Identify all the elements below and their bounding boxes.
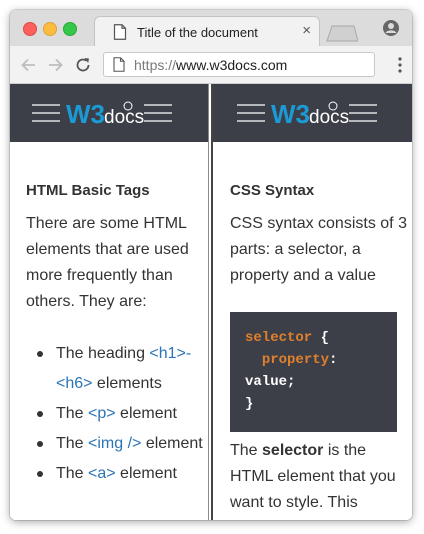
code-open-brace: { — [312, 330, 330, 346]
profile-icon[interactable] — [382, 19, 400, 37]
reload-icon[interactable] — [74, 56, 92, 74]
left-pane: W3 docs HTML Basic Tags There are some H… — [10, 84, 208, 520]
code-selector: selector — [245, 330, 313, 346]
browser-toolbar: https://www.w3docs.com — [10, 46, 412, 84]
tab-bar: Title of the document × — [10, 10, 412, 46]
page-content: W3 docs HTML Basic Tags There are some H… — [10, 84, 412, 520]
html-tags-list: The heading <h1>-<h6> elements The <p> e… — [26, 339, 206, 489]
w3docs-logo[interactable]: W3 docs — [32, 96, 172, 130]
right-intro-paragraph: CSS syntax consists of 3 parts: a select… — [230, 215, 407, 284]
tab-title: Title of the document — [137, 25, 258, 40]
code-value: value; — [245, 374, 296, 390]
list-item: The heading <h1>-<h6> elements — [26, 339, 206, 399]
forward-arrow-icon[interactable] — [46, 56, 64, 74]
site-header: W3 docs — [213, 84, 412, 142]
browser-window: Title of the document × https://www.w3do… — [10, 10, 412, 520]
maximize-window-button[interactable] — [63, 22, 77, 36]
tag-code: <img /> — [88, 435, 142, 452]
minimize-window-button[interactable] — [43, 22, 57, 36]
logo-w3-text: W3 — [271, 99, 310, 129]
right-pane: W3 docs CSS Syntax CSS syntax consists o… — [213, 84, 412, 520]
back-arrow-icon[interactable] — [20, 56, 38, 74]
page-icon — [113, 57, 125, 72]
list-item: The <img /> element — [26, 429, 206, 459]
selector-bold: selector — [262, 442, 324, 459]
selector-paragraph: The selector is the HTML element that yo… — [230, 442, 396, 511]
site-header: W3 docs — [10, 84, 208, 142]
document-icon — [113, 24, 127, 40]
logo-w3-text: W3 — [66, 99, 105, 129]
code-colon: : — [329, 352, 338, 368]
url-host: www.w3docs.com — [176, 57, 288, 73]
tab-close-icon[interactable]: × — [302, 22, 311, 40]
tag-code: <p> — [88, 405, 116, 422]
browser-tab[interactable]: Title of the document × — [94, 16, 320, 46]
url-scheme: https:// — [134, 57, 177, 73]
menu-dots-icon[interactable] — [398, 57, 402, 73]
list-item: The <p> element — [26, 399, 206, 429]
close-window-button[interactable] — [23, 22, 37, 36]
address-bar[interactable]: https://www.w3docs.com — [103, 52, 375, 77]
list-item: The <a> element — [26, 459, 206, 489]
css-syntax-heading: CSS Syntax — [230, 182, 315, 199]
tag-code: <a> — [88, 465, 116, 482]
html-basic-tags-heading: HTML Basic Tags — [26, 182, 150, 199]
left-intro-paragraph: There are some HTML elements that are us… — [26, 215, 189, 310]
css-code-block: selector { property: value; } — [230, 312, 397, 432]
code-close-brace: } — [245, 396, 254, 412]
url-text[interactable]: https://www.w3docs.com — [134, 57, 287, 73]
logo-docs-text: docs — [309, 107, 349, 128]
new-tab-button[interactable] — [324, 24, 358, 42]
code-property: property — [261, 352, 330, 368]
w3docs-logo[interactable]: W3 docs — [237, 96, 377, 130]
logo-docs-text: docs — [104, 107, 144, 128]
